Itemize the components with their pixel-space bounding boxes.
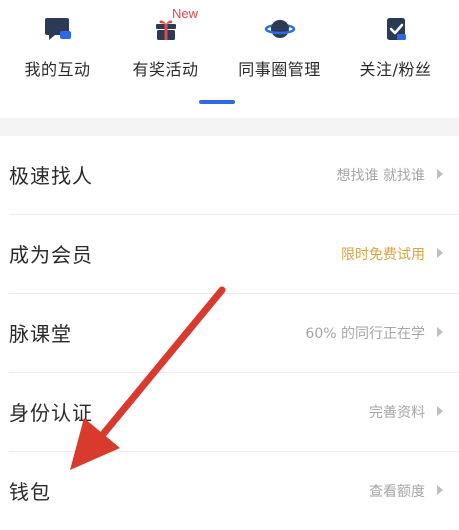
nav-item-follow-fans[interactable]: 关注/粉丝: [338, 0, 453, 100]
list-item-hint: 想找谁 就找谁: [336, 168, 425, 184]
list-item-hint: 查看额度: [369, 484, 425, 500]
list-item-label: 脉课堂: [9, 322, 72, 346]
chevron-right-icon: [437, 169, 443, 179]
chevron-right-icon: [437, 327, 443, 337]
nav-label: 关注/粉丝: [359, 60, 432, 79]
nav-label: 有奖活动: [132, 60, 199, 79]
list-item-label: 成为会员: [9, 243, 93, 267]
active-tab-indicator: [199, 100, 235, 104]
nav-item-rewards[interactable]: 有奖活动: [108, 0, 223, 100]
list-item-membership[interactable]: 成为会员 限时免费试用: [0, 215, 459, 293]
list-item-wallet[interactable]: 钱包 查看额度: [0, 452, 459, 530]
chevron-right-icon: [437, 485, 443, 495]
list-item-hint: 完善资料: [369, 405, 425, 421]
list-item-hint: 60% 的同行正在学: [305, 326, 425, 342]
list-item-label: 极速找人: [9, 164, 93, 188]
list-item-identity-verification[interactable]: 身份认证 完善资料: [0, 373, 459, 451]
list-item-label: 身份认证: [9, 401, 93, 425]
checkbox-icon: [386, 18, 406, 40]
comment-icon: [44, 18, 71, 40]
nav-item-my-interactions[interactable]: 我的互动: [0, 0, 115, 100]
section-gap: [0, 118, 459, 136]
list-item-quick-find[interactable]: 极速找人 想找谁 就找谁: [0, 136, 459, 214]
nav-label: 我的互动: [24, 60, 91, 79]
list-item-label: 钱包: [9, 480, 51, 504]
new-badge: New: [172, 6, 199, 21]
planet-icon: [264, 20, 295, 38]
chevron-right-icon: [437, 406, 443, 416]
list-item-hint: 限时免费试用: [341, 247, 425, 263]
chevron-right-icon: [437, 248, 443, 258]
nav-label: 同事圈管理: [238, 60, 321, 79]
list-item-course-hall[interactable]: 脉课堂 60% 的同行正在学: [0, 294, 459, 372]
nav-item-circle-management[interactable]: 同事圈管理: [222, 0, 337, 100]
top-navigation: 我的互动 有奖活动 New 同事圈管理 关注/粉丝: [0, 0, 459, 118]
